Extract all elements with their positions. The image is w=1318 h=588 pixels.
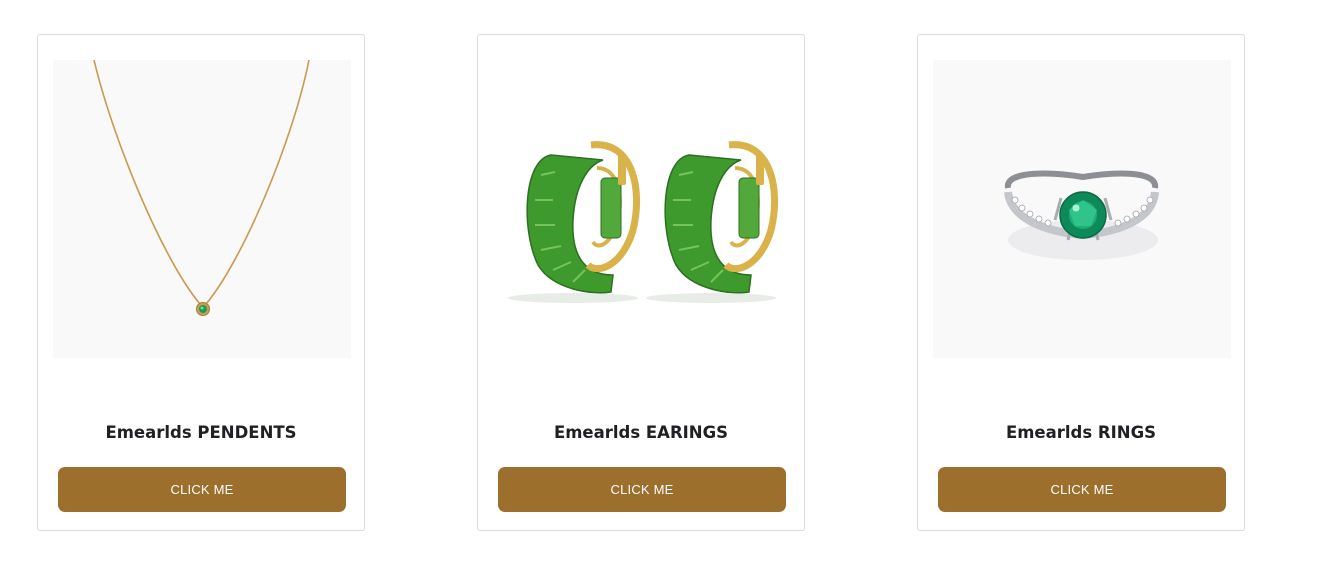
click-me-button[interactable]: CLICK ME	[58, 467, 346, 512]
product-title: Emearlds RINGS	[1005, 423, 1157, 442]
product-card-earings: Emearlds EARINGS CLICK ME	[477, 34, 805, 531]
product-card-pendents: Emearlds PENDENTS CLICK ME	[37, 34, 365, 531]
product-card-rings: Emearlds RINGS CLICK ME	[917, 34, 1245, 531]
product-title: Emearlds EARINGS	[553, 423, 729, 442]
click-me-button[interactable]: CLICK ME	[498, 467, 786, 512]
product-title: Emearlds PENDENTS	[105, 423, 297, 442]
click-me-button[interactable]: CLICK ME	[938, 467, 1226, 512]
pendant-necklace-image	[53, 60, 351, 358]
earrings-image	[493, 60, 791, 358]
ring-image	[933, 60, 1231, 358]
